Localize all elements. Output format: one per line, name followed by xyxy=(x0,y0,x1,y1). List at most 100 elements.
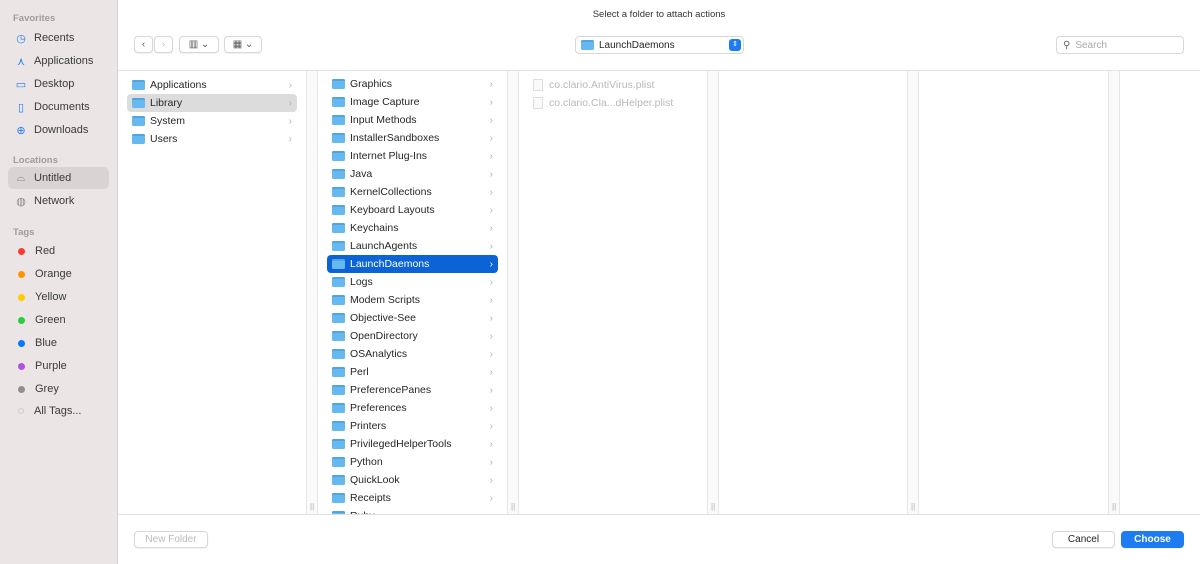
chevron-right-icon: › xyxy=(489,294,493,306)
sidebar-tag-blue[interactable]: Blue xyxy=(8,332,109,354)
sidebar-item-all-tags[interactable]: ◌ All Tags... xyxy=(8,400,109,422)
forward-button[interactable]: › xyxy=(154,36,173,53)
chevron-right-icon: › xyxy=(489,204,493,216)
folder-item[interactable]: Image Capture › xyxy=(327,93,498,111)
column-2: Graphics › Image Capture › Input Methods › Ins… xyxy=(318,71,507,514)
folder-item[interactable]: KernelCollections › xyxy=(327,183,498,201)
folder-icon xyxy=(332,331,345,341)
chevron-right-icon: › xyxy=(489,276,493,288)
group-button[interactable]: ▦ ⌄ xyxy=(224,36,262,53)
column-resizer[interactable]: || xyxy=(1108,71,1120,514)
folder-icon xyxy=(332,313,345,323)
folder-item[interactable]: QuickLook › xyxy=(327,471,498,489)
column-browser: Applications › Library › System › Users › || Gr… xyxy=(118,70,1200,514)
chevron-right-icon: › xyxy=(489,312,493,324)
folder-icon xyxy=(132,116,145,126)
download-icon: ⊕ xyxy=(16,124,26,137)
new-folder-button[interactable]: New Folder xyxy=(134,531,208,548)
item-label: co.clario.Cla...dHelper.plist xyxy=(549,97,674,109)
folder-item[interactable]: Logs › xyxy=(327,273,498,291)
folder-item[interactable]: PreferencePanes › xyxy=(327,381,498,399)
choose-button[interactable]: Choose xyxy=(1121,531,1184,548)
folder-item[interactable]: Perl › xyxy=(327,363,498,381)
chevron-right-icon: › xyxy=(489,438,493,450)
chevron-right-icon: › xyxy=(489,348,493,360)
file-item[interactable]: co.clario.Cla...dHelper.plist xyxy=(528,94,699,112)
item-label: Python xyxy=(350,456,383,468)
folder-item[interactable]: OSAnalytics › xyxy=(327,345,498,363)
item-label: Keyboard Layouts xyxy=(350,204,435,216)
folder-item[interactable]: LaunchAgents › xyxy=(327,237,498,255)
label: Yellow xyxy=(35,291,67,303)
label: Documents xyxy=(34,101,90,113)
drive-icon: ⌓ xyxy=(16,171,26,184)
folder-item[interactable]: InstallerSandboxes › xyxy=(327,129,498,147)
back-button[interactable]: ‹ xyxy=(134,36,153,53)
folder-item[interactable]: OpenDirectory › xyxy=(327,327,498,345)
sidebar-tag-grey[interactable]: Grey xyxy=(8,378,109,400)
sidebar-tag-orange[interactable]: Orange xyxy=(8,263,109,285)
folder-item[interactable]: LaunchDaemons › xyxy=(327,255,498,273)
sidebar-tag-purple[interactable]: Purple xyxy=(8,355,109,377)
folder-item[interactable]: Applications › xyxy=(127,76,297,94)
view-mode-button[interactable]: ▥ ⌄ xyxy=(179,36,219,53)
tag-dot-icon xyxy=(18,247,25,255)
folder-item[interactable]: Users › xyxy=(127,130,297,148)
grid-icon: ▦ ⌄ xyxy=(232,39,254,50)
sidebar-tag-yellow[interactable]: Yellow xyxy=(8,286,109,308)
file-item[interactable]: co.clario.AntiVirus.plist xyxy=(528,76,699,94)
label: Red xyxy=(35,245,56,257)
folder-icon xyxy=(332,187,345,197)
folder-item[interactable]: Ruby› xyxy=(327,507,498,514)
path-popup[interactable]: LaunchDaemons ⇕ xyxy=(575,36,744,54)
column-resizer[interactable]: || xyxy=(707,71,719,514)
cancel-button[interactable]: Cancel xyxy=(1052,531,1115,548)
chevron-right-icon: › xyxy=(489,222,493,234)
folder-item[interactable]: Internet Plug-Ins › xyxy=(327,147,498,165)
folder-item[interactable]: Input Methods › xyxy=(327,111,498,129)
column-resizer[interactable]: || xyxy=(907,71,919,514)
folder-item[interactable]: Keychains › xyxy=(327,219,498,237)
folder-item[interactable]: Objective-See › xyxy=(327,309,498,327)
folder-icon xyxy=(332,295,345,305)
chevron-right-icon: › xyxy=(489,168,493,180)
sidebar-item-documents[interactable]: ▯ Documents xyxy=(8,96,109,118)
sidebar-item-recents[interactable]: ◷ Recents xyxy=(8,27,109,49)
chevron-right-icon: › xyxy=(288,115,292,127)
search-input[interactable]: ⚲ Search xyxy=(1056,36,1184,54)
tag-dot-icon xyxy=(18,293,25,301)
folder-item[interactable]: Preferences › xyxy=(327,399,498,417)
folder-icon xyxy=(132,98,145,108)
folder-item[interactable]: Modem Scripts › xyxy=(327,291,498,309)
folder-item[interactable]: Python › xyxy=(327,453,498,471)
folder-icon xyxy=(332,421,345,431)
folder-item[interactable]: Receipts › xyxy=(327,489,498,507)
column-resizer[interactable]: || xyxy=(306,71,318,514)
item-label: OpenDirectory xyxy=(350,330,418,342)
folder-item[interactable]: Java › xyxy=(327,165,498,183)
folder-item[interactable]: Printers › xyxy=(327,417,498,435)
column-resizer[interactable]: || xyxy=(507,71,519,514)
label: Orange xyxy=(35,268,72,280)
folder-icon xyxy=(132,134,145,144)
tag-dot-icon xyxy=(18,316,25,324)
label: Downloads xyxy=(34,124,89,136)
chevron-right-icon: › xyxy=(489,402,493,414)
sidebar-item-applications[interactable]: ⋏ Applications xyxy=(8,50,109,72)
folder-item[interactable]: Library › xyxy=(127,94,297,112)
sidebar-item-untitled[interactable]: ⌓ Untitled xyxy=(8,167,109,189)
sidebar-tag-green[interactable]: Green xyxy=(8,309,109,331)
label: All Tags... xyxy=(34,405,82,417)
sidebar-tag-red[interactable]: Red xyxy=(8,240,109,262)
sidebar-item-network[interactable]: ◍ Network xyxy=(8,190,109,212)
chevron-right-icon: › xyxy=(489,96,493,108)
folder-item[interactable]: System › xyxy=(127,112,297,130)
folder-icon xyxy=(581,40,594,50)
chevron-right-icon: › xyxy=(161,39,166,50)
tag-dot-icon xyxy=(18,339,25,347)
folder-item[interactable]: PrivilegedHelperTools › xyxy=(327,435,498,453)
sidebar-item-downloads[interactable]: ⊕ Downloads xyxy=(8,119,109,141)
folder-item[interactable]: Keyboard Layouts › xyxy=(327,201,498,219)
folder-item[interactable]: Graphics › xyxy=(327,75,498,93)
sidebar-item-desktop[interactable]: ▭ Desktop xyxy=(8,73,109,95)
